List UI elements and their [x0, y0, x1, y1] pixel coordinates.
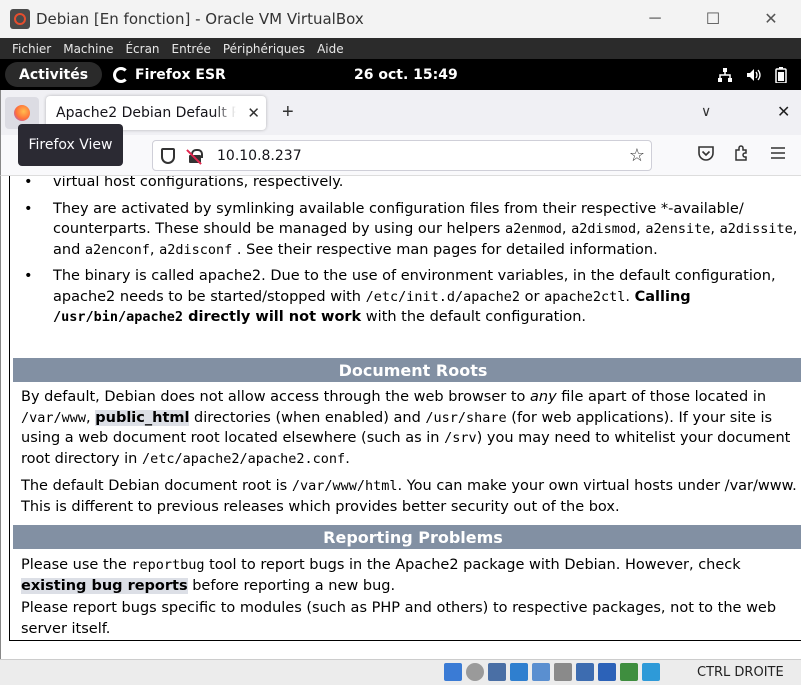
tab-close-icon[interactable]: ✕: [247, 104, 260, 122]
existing-bug-reports-link[interactable]: existing bug reports: [21, 577, 188, 594]
extensions-puzzle-icon[interactable]: [733, 144, 751, 162]
new-tab-button[interactable]: +: [282, 102, 294, 122]
menu-machine[interactable]: Machine: [57, 42, 119, 56]
app-menu-hamburger-icon[interactable]: [769, 144, 787, 162]
recording-icon[interactable]: [598, 663, 616, 681]
app-menu-label: Firefox ESR: [135, 66, 226, 83]
window-titlebar: Debian [En fonction] - Oracle VM Virtual…: [0, 0, 801, 38]
default-docroot-paragraph: The default Debian document root is /var…: [21, 478, 797, 515]
firefox-view-tooltip: Firefox View: [18, 124, 123, 166]
menu-entree[interactable]: Entrée: [166, 42, 217, 56]
tracking-protection-shield-icon[interactable]: [161, 147, 175, 164]
vbox-menubar: Fichier Machine Écran Entrée Périphériqu…: [0, 38, 801, 59]
mouse-integration-icon[interactable]: [642, 663, 660, 681]
web-page-viewport[interactable]: virtual host configurations, respectivel…: [0, 176, 801, 659]
gnome-top-bar: Activités Firefox ESR 26 oct. 15:49: [0, 59, 801, 90]
firefox-close-button[interactable]: ✕: [777, 102, 790, 122]
menu-peripheriques[interactable]: Périphériques: [217, 42, 311, 56]
host-key-label[interactable]: CTRL DROITE: [697, 665, 784, 680]
network-icon: [718, 67, 732, 82]
virtualbox-icon: [10, 9, 30, 29]
volume-icon: [747, 68, 761, 81]
url-text[interactable]: 10.10.8.237: [217, 148, 302, 164]
display-icon[interactable]: [576, 663, 594, 681]
activities-button[interactable]: Activités: [5, 62, 103, 87]
url-bar[interactable]: 10.10.8.237 ☆: [152, 140, 652, 171]
clock[interactable]: 26 oct. 15:49: [354, 59, 458, 90]
vbox-status-bar: CTRL DROITE: [0, 659, 801, 685]
shared-folders-icon[interactable]: [554, 663, 572, 681]
bookmark-star-icon[interactable]: ☆: [629, 145, 645, 166]
public-html-link[interactable]: public_html: [95, 409, 190, 426]
tab-title: Apache2 Debian Default Page: It works: [56, 105, 236, 121]
cpu-icon[interactable]: [620, 663, 638, 681]
hard-disk-icon[interactable]: [444, 663, 462, 681]
minimize-button[interactable]: ─: [626, 0, 684, 38]
usb-icon[interactable]: [532, 663, 550, 681]
menu-aide[interactable]: Aide: [311, 42, 350, 56]
module-bugs-paragraph: Please report bugs specific to modules (…: [21, 600, 777, 637]
window-title: Debian [En fonction] - Oracle VM Virtual…: [36, 10, 364, 28]
status-icons: [444, 663, 660, 681]
document-roots-heading: Document Roots: [13, 358, 801, 382]
audio-icon[interactable]: [488, 663, 506, 681]
app-menu[interactable]: Firefox ESR: [113, 59, 226, 90]
close-window-button[interactable]: ✕: [742, 0, 800, 38]
document-roots-paragraph: By default, Debian does not allow access…: [21, 389, 791, 467]
menu-ecran[interactable]: Écran: [119, 42, 165, 56]
list-all-tabs-button[interactable]: ∨: [701, 103, 711, 120]
maximize-button[interactable]: ☐: [684, 0, 742, 38]
config-bullet-list: virtual host configurations, respectivel…: [10, 176, 800, 334]
network-adapter-icon[interactable]: [510, 663, 528, 681]
list-item-continued: virtual host configurations, respectivel…: [24, 176, 800, 193]
pocket-icon[interactable]: [697, 144, 715, 162]
firefox-app-icon: [113, 66, 129, 83]
apache-default-page-content: virtual host configurations, respectivel…: [9, 176, 801, 641]
menu-fichier[interactable]: Fichier: [6, 42, 57, 56]
reporting-problems-heading: Reporting Problems: [13, 525, 801, 549]
system-tray[interactable]: [717, 59, 787, 90]
list-item: The binary is called apache2. Due to the…: [24, 266, 800, 328]
battery-icon: [775, 66, 787, 83]
optical-drive-icon[interactable]: [466, 663, 484, 681]
firefox-logo-icon: [14, 105, 30, 121]
reporting-paragraph: Please use the reportbug tool to report …: [21, 557, 741, 594]
list-item: They are activated by symlinking availab…: [24, 199, 800, 261]
